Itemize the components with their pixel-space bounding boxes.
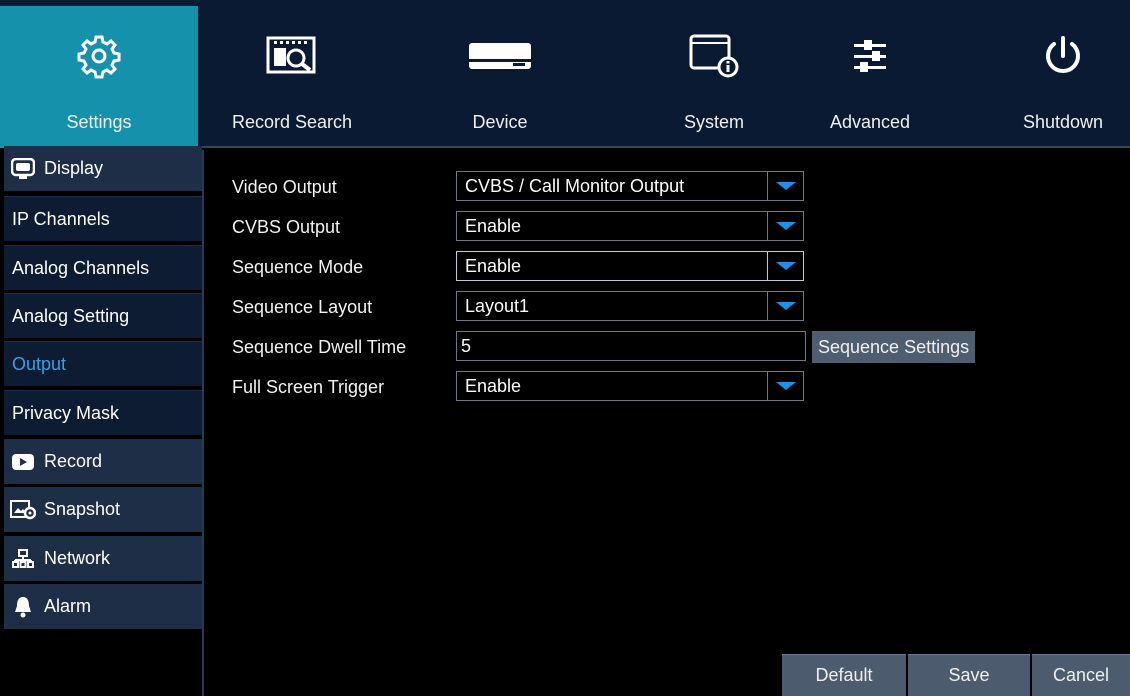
nav-settings[interactable]: Settings <box>0 6 198 148</box>
chevron-down-icon[interactable] <box>767 372 803 400</box>
chevron-down-icon[interactable] <box>767 212 803 240</box>
sidebar-item-label: Output <box>12 353 67 374</box>
nav-shutdown[interactable]: Shutdown <box>996 6 1130 148</box>
sequence-mode-label: Sequence Mode <box>232 256 364 277</box>
sequence-settings-button[interactable]: Sequence Settings <box>812 331 976 363</box>
nav-label: Shutdown <box>1022 112 1104 132</box>
sequence-layout-label: Sequence Layout <box>232 296 373 317</box>
save-button[interactable]: Save <box>908 654 1030 696</box>
full-screen-trigger-label: Full Screen Trigger <box>232 376 385 397</box>
nav-label: Record Search <box>231 112 353 132</box>
gear-icon <box>76 6 122 106</box>
sequence-layout-value: Layout1 <box>465 295 530 316</box>
film-search-icon <box>266 6 318 106</box>
power-icon <box>1041 6 1085 106</box>
sidebar-item-label: Network <box>44 548 111 568</box>
nav-label: Device <box>472 112 528 132</box>
default-button[interactable]: Default <box>782 654 906 696</box>
play-icon <box>10 451 36 473</box>
chevron-down-icon[interactable] <box>767 172 803 200</box>
sequence-mode-value: Enable <box>465 255 522 276</box>
video-output-label: Video Output <box>232 176 337 197</box>
sidebar-item-label: IP Channels <box>12 208 110 229</box>
bell-icon <box>10 596 36 618</box>
sidebar-item-output[interactable]: Output <box>4 341 202 386</box>
sidebar-item-analog-setting[interactable]: Analog Setting <box>4 293 202 338</box>
sequence-dwell-time-value: 5 <box>461 335 472 356</box>
sidebar-item-label: Privacy Mask <box>12 402 120 423</box>
sidebar-item-record[interactable]: Record <box>4 439 202 484</box>
sidebar-item-label: Display <box>44 158 104 178</box>
monitor-icon <box>10 157 36 180</box>
nav-record-search[interactable]: Record Search <box>198 6 386 148</box>
sidebar-divider <box>202 150 204 696</box>
sequence-layout-select[interactable]: Layout1 <box>456 291 804 321</box>
sidebar-item-label: Analog Channels <box>12 257 150 278</box>
full-screen-trigger-select[interactable]: Enable <box>456 371 804 401</box>
nav-device[interactable]: Device <box>386 6 614 148</box>
nav-advanced[interactable]: Advanced <box>770 6 970 148</box>
cvbs-output-value: Enable <box>465 215 522 236</box>
top-navigation-bar: Settings Record Search Device System Adv… <box>0 0 1130 148</box>
cvbs-output-select[interactable]: Enable <box>456 211 804 241</box>
hard-drive-icon <box>467 6 533 106</box>
window-info-icon <box>688 6 740 106</box>
cvbs-output-label: CVBS Output <box>232 216 341 237</box>
cancel-button[interactable]: Cancel <box>1032 654 1130 696</box>
full-screen-trigger-value: Enable <box>465 375 522 396</box>
sliders-icon <box>850 6 890 106</box>
chevron-down-icon[interactable] <box>767 292 803 320</box>
snapshot-icon <box>10 499 36 521</box>
sidebar-item-ip-channels[interactable]: IP Channels <box>4 196 202 241</box>
sidebar-item-analog-channels[interactable]: Analog Channels <box>4 245 202 290</box>
nav-label: Advanced <box>829 112 911 132</box>
sidebar-item-label: Record <box>44 451 103 471</box>
nav-label: System <box>683 112 744 132</box>
sidebar-item-privacy-mask[interactable]: Privacy Mask <box>4 390 202 435</box>
nav-label: Settings <box>66 112 132 132</box>
sidebar-item-display[interactable]: Display <box>4 146 202 191</box>
sidebar-item-label: Alarm <box>44 596 92 616</box>
sidebar-item-label: Snapshot <box>44 499 121 519</box>
chevron-down-icon[interactable] <box>767 252 803 280</box>
sidebar-item-snapshot[interactable]: Snapshot <box>4 487 202 532</box>
video-output-value: CVBS / Call Monitor Output <box>465 175 685 196</box>
network-icon <box>10 548 36 570</box>
sequence-dwell-time-label: Sequence Dwell Time <box>232 336 407 357</box>
sidebar-item-label: Analog Setting <box>12 305 130 326</box>
sidebar-item-alarm[interactable]: Alarm <box>4 584 202 629</box>
sequence-dwell-time-input[interactable]: 5 <box>456 331 806 361</box>
video-output-select[interactable]: CVBS / Call Monitor Output <box>456 171 804 201</box>
sidebar-item-network[interactable]: Network <box>4 536 202 581</box>
sequence-mode-select[interactable]: Enable <box>456 251 804 281</box>
